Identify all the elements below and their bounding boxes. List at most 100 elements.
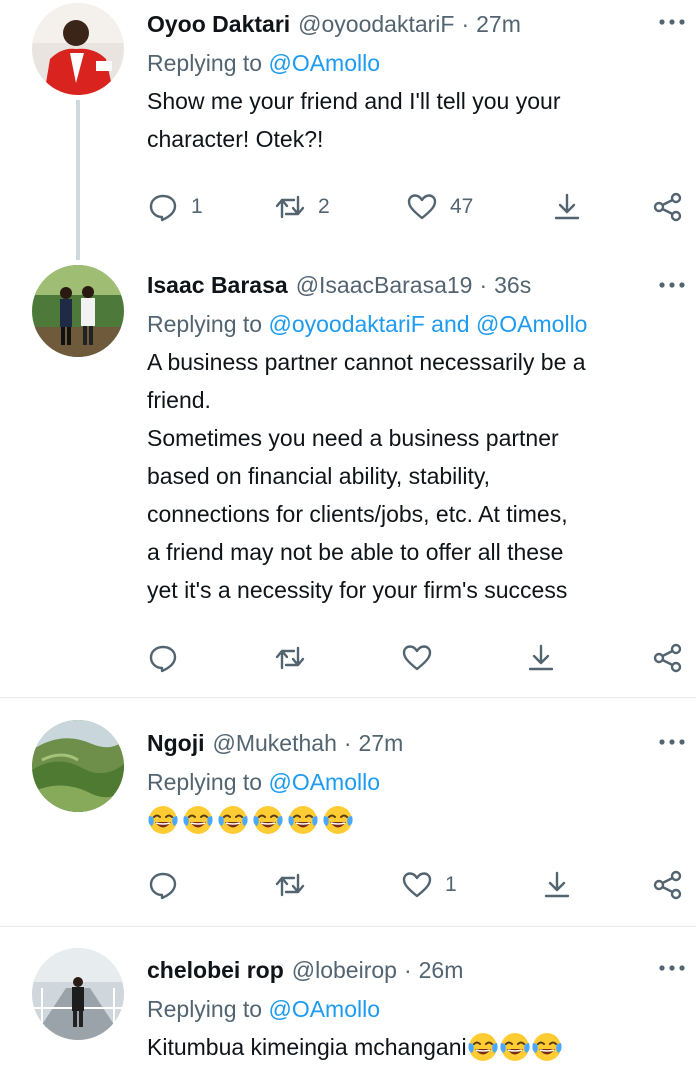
tweet-text: Kitumbua kimeingia mchangani — [147, 1028, 678, 1066]
replying-to: Replying to @OAmollo — [147, 763, 678, 801]
avatar[interactable] — [32, 3, 124, 95]
tears-of-joy-emoji — [183, 806, 213, 834]
timestamp[interactable]: 36s — [494, 272, 531, 299]
retweet-button[interactable] — [274, 865, 318, 905]
mention-conjunction: and — [424, 311, 476, 337]
avatar-photo-icon — [32, 948, 124, 1040]
more-options-button[interactable] — [656, 6, 688, 38]
author-handle[interactable]: @Mukethah — [213, 730, 337, 757]
share-download-icon — [554, 193, 580, 220]
timestamp[interactable]: 27m — [476, 11, 521, 38]
mention-link[interactable]: @OAmollo — [268, 996, 380, 1022]
timestamp[interactable]: 27m — [359, 730, 404, 757]
tweet-emoji-row — [147, 801, 678, 839]
timestamp[interactable]: 26m — [419, 957, 464, 984]
tweet-text-line: friend. — [147, 387, 211, 413]
replying-prefix: Replying to — [147, 996, 269, 1022]
tweet-text-line: Show me your friend and I'll tell you yo… — [147, 88, 561, 114]
tears-of-joy-emoji — [288, 806, 318, 834]
share-button[interactable] — [551, 187, 583, 227]
heart-icon — [407, 194, 437, 220]
more-icon — [659, 739, 685, 745]
tweet-text-line: connections for clients/jobs, etc. At ti… — [147, 501, 568, 527]
heart-icon — [402, 872, 432, 898]
share-download-icon — [528, 644, 554, 671]
tears-of-joy-emoji — [468, 1033, 498, 1061]
reply-icon — [149, 645, 177, 673]
separator-dot: · — [479, 271, 488, 298]
replying-prefix: Replying to — [147, 50, 269, 76]
tears-of-joy-emoji — [253, 806, 283, 834]
reply-button[interactable] — [147, 638, 191, 678]
tears-of-joy-emoji — [323, 806, 353, 834]
tweet-text-line: a friend may not be able to offer all th… — [147, 539, 564, 565]
like-button[interactable] — [401, 638, 445, 678]
replying-to: Replying to @OAmollo — [147, 44, 678, 82]
reply-count: 1 — [191, 195, 203, 218]
author-name[interactable]: chelobei rop — [147, 957, 284, 984]
tweet-text-line: based on financial ability, stability, — [147, 463, 491, 489]
tweet-text: Show me your friend and I'll tell you yo… — [147, 82, 678, 158]
tweet-ngoji[interactable]: Ngoji @Mukethah · 27m Replying to @OAmol… — [0, 712, 696, 926]
more-icon — [659, 282, 685, 288]
tweet-text-line: yet it's a necessity for your firm's suc… — [147, 577, 568, 603]
reply-icon — [149, 194, 177, 222]
mention-link[interactable]: @OAmollo — [268, 769, 380, 795]
retweet-button[interactable] — [274, 638, 318, 678]
more-icon — [659, 19, 685, 25]
reply-button[interactable]: 1 — [147, 187, 203, 227]
share-via-button[interactable] — [652, 865, 684, 905]
reply-button[interactable] — [147, 865, 191, 905]
heart-icon — [402, 645, 432, 671]
avatar-photo-icon — [32, 3, 124, 95]
replying-prefix: Replying to — [147, 311, 269, 337]
share-via-button[interactable] — [652, 638, 684, 678]
separator-dot: · — [403, 956, 412, 983]
tears-of-joy-emoji — [148, 806, 178, 834]
tears-of-joy-emoji — [500, 1033, 530, 1061]
avatar[interactable] — [32, 265, 124, 357]
more-options-button[interactable] — [656, 269, 688, 301]
tweet-text-line: A business partner cannot necessarily be… — [147, 349, 586, 375]
author-handle[interactable]: @oyoodaktariF — [298, 11, 454, 38]
mention-link[interactable]: @oyoodaktariF — [268, 311, 424, 337]
tweet-text-line: Kitumbua kimeingia mchangani — [147, 1034, 467, 1060]
replying-prefix: Replying to — [147, 769, 269, 795]
more-options-button[interactable] — [656, 726, 688, 758]
mention-link[interactable]: @OAmollo — [476, 311, 588, 337]
author-name[interactable]: Oyoo Daktari — [147, 11, 290, 38]
share-nodes-icon — [653, 192, 682, 222]
separator-dot: · — [343, 729, 352, 756]
author-handle[interactable]: @IsaacBarasa19 — [296, 272, 473, 299]
tears-of-joy-emoji — [218, 806, 248, 834]
tweet-divider — [0, 926, 696, 927]
retweet-icon — [275, 195, 305, 219]
tweet-oyoo-daktari[interactable]: Oyoo Daktari @oyoodaktariF · 27m Replyin… — [0, 0, 696, 260]
mention-link[interactable]: @OAmollo — [268, 50, 380, 76]
reply-icon — [149, 872, 177, 900]
more-options-button[interactable] — [656, 952, 688, 984]
tweet-isaac-barasa[interactable]: Isaac Barasa @IsaacBarasa19 · 36s Replyi… — [0, 260, 696, 697]
author-name[interactable]: Ngoji — [147, 730, 205, 757]
retweet-button[interactable]: 2 — [274, 187, 330, 227]
avatar-photo-icon — [32, 720, 124, 812]
tweet-divider — [0, 697, 696, 698]
share-button[interactable] — [525, 638, 557, 678]
like-button[interactable]: 1 — [401, 865, 457, 905]
share-via-button[interactable] — [652, 187, 684, 227]
like-count: 47 — [450, 195, 474, 218]
share-button[interactable] — [541, 865, 573, 905]
retweet-count: 2 — [318, 195, 330, 218]
tweet-chelobei-rop[interactable]: chelobei rop @lobeirop · 26m Replying to… — [0, 940, 696, 1076]
tweet-actions: 1 2 47 — [0, 187, 696, 227]
author-name[interactable]: Isaac Barasa — [147, 272, 288, 299]
author-handle[interactable]: @lobeirop — [292, 957, 397, 984]
avatar[interactable] — [32, 720, 124, 812]
avatar[interactable] — [32, 948, 124, 1040]
share-nodes-icon — [653, 870, 682, 900]
share-nodes-icon — [653, 643, 682, 673]
tweet-actions — [0, 638, 696, 678]
replying-to: Replying to @oyoodaktariF and @OAmollo — [147, 305, 678, 343]
tweet-text-line: Sometimes you need a business partner — [147, 425, 559, 451]
like-button[interactable]: 47 — [406, 187, 473, 227]
